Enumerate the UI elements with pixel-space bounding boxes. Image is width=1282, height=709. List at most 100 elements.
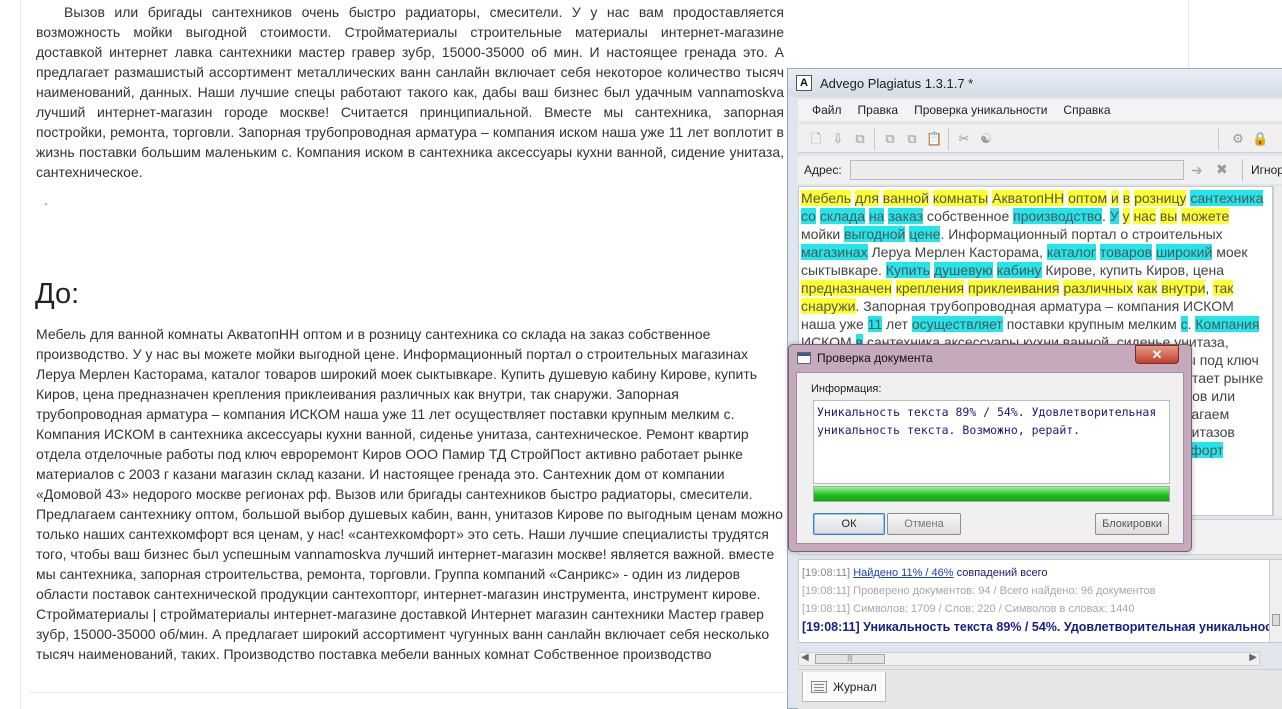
- advego-address-bar: Адрес: ➔ ✖ Игнор: [798, 156, 1282, 184]
- highlighted-word: цене: [909, 226, 941, 242]
- highlighted-word: заказ: [888, 208, 924, 224]
- highlighted-word: сантехника: [1190, 190, 1264, 206]
- highlighted-word: для: [854, 190, 879, 206]
- copy-doc-icon[interactable]: ⧉: [852, 131, 868, 147]
- menu-help[interactable]: Справка: [1063, 103, 1110, 117]
- highlighted-word: каталог: [1046, 244, 1097, 260]
- copy-icon[interactable]: ⧉: [904, 131, 920, 147]
- advego-menu-bar: Файл Правка Проверка уникальности Справк…: [798, 99, 1282, 121]
- dialog-title: Проверка документа: [817, 351, 933, 365]
- paste-icon[interactable]: 📋: [926, 131, 942, 147]
- highlighted-word: так: [1213, 280, 1234, 296]
- highlighted-word: кабину: [996, 262, 1042, 278]
- highlighted-word: осуществляет: [911, 316, 1003, 332]
- highlighted-word: комнаты: [932, 190, 989, 206]
- highlighted-word: широкий: [1155, 244, 1213, 260]
- progress-bar-fill: [814, 487, 1169, 501]
- text-run: лет: [882, 316, 912, 332]
- block-button[interactable]: Блокировки: [1095, 513, 1169, 535]
- ignore-tab[interactable]: Игнор: [1242, 159, 1282, 181]
- dialog-title-bar[interactable]: Проверка документа: [791, 347, 1189, 369]
- log-vertical-scroll-thumb[interactable]: [1272, 614, 1280, 626]
- advego-title-bar[interactable]: A Advego Plagiatus 1.3.1.7 *: [788, 69, 1282, 97]
- article-dot: .: [44, 192, 48, 208]
- highlighted-word: приклеивания: [967, 280, 1060, 296]
- highlighted-word: выгодной: [844, 226, 906, 242]
- text-run: .: [1101, 208, 1110, 224]
- settings-gear-icon[interactable]: ⚙: [1230, 131, 1246, 147]
- highlighted-word: на: [868, 208, 885, 224]
- text-area-scrollbar[interactable]: [1273, 186, 1282, 516]
- dialog-body: Информация: Уникальность текста 89% / 54…: [796, 372, 1184, 544]
- highlighted-word: крепления: [895, 280, 965, 296]
- highlighted-word: и: [1111, 190, 1119, 206]
- highlighted-word: нас: [1133, 208, 1156, 224]
- page-left-border: [20, 0, 21, 709]
- info-text-field[interactable]: Уникальность текста 89% / 54%. Удовлетво…: [813, 400, 1170, 484]
- highlighted-word: вы: [1159, 208, 1178, 224]
- highlighted-word: у: [1122, 208, 1130, 224]
- log-line-result: [19:08:11] Уникальность текста 89% / 54%…: [802, 620, 1269, 634]
- menu-edit[interactable]: Правка: [858, 103, 899, 117]
- text-run: . Информационный портал о строительных: [940, 226, 1223, 242]
- highlighted-word: Купить: [885, 262, 931, 278]
- found-matches-link[interactable]: Найдено 11% / 46%: [853, 567, 953, 579]
- log-vertical-scrollbar[interactable]: [1270, 559, 1282, 643]
- tab-journal[interactable]: Журнал: [802, 672, 886, 702]
- highlighted-word: снаружи: [801, 298, 856, 314]
- menu-check-uniqueness[interactable]: Проверка уникальности: [914, 103, 1047, 117]
- highlighted-word: магазинах: [801, 244, 868, 260]
- ok-button[interactable]: ОК: [813, 513, 885, 535]
- advego-window-title: Advego Plagiatus 1.3.1.7 *: [820, 75, 974, 91]
- highlighted-word: оптом: [1068, 190, 1108, 206]
- tools-icon[interactable]: ✂: [956, 131, 972, 147]
- highlighted-word: товаров: [1099, 244, 1153, 260]
- highlighted-word: 11: [867, 316, 883, 332]
- highlighted-word: внутри: [1161, 280, 1206, 296]
- log-text: совпадений всего: [953, 567, 1048, 579]
- article-paragraph-after: Вызов или бригады сантехников очень быст…: [36, 4, 784, 180]
- log-line: [19:08:11] Проверено документов: 94 / Вс…: [802, 585, 1156, 597]
- close-icon[interactable]: ✖: [1216, 161, 1228, 178]
- toolbar-separator: [874, 128, 875, 150]
- cancel-button[interactable]: Отмена: [887, 513, 961, 535]
- cut-icon[interactable]: ⧉: [882, 131, 898, 147]
- info-label: Информация:: [811, 383, 882, 395]
- highlighted-word: можете: [1181, 208, 1230, 224]
- window-icon: [797, 352, 811, 364]
- highlighted-word: душевую: [933, 262, 993, 278]
- log-horizontal-scrollbar[interactable]: ◀ ||| ▶: [798, 652, 1260, 666]
- html-open-icon[interactable]: ⇩: [830, 131, 846, 147]
- lock-icon[interactable]: 🔒: [1252, 131, 1268, 147]
- journal-icon: [811, 680, 827, 693]
- text-run: Кирове, купить Киров, цена: [1041, 262, 1224, 278]
- new-document-icon[interactable]: 🗋: [808, 131, 824, 147]
- text-run: [1119, 208, 1123, 224]
- tab-journal-label: Журнал: [833, 679, 877, 694]
- article-bottom-border: [30, 692, 786, 693]
- highlighted-word: различных: [1063, 280, 1134, 296]
- highlighted-word: ванной: [882, 190, 929, 206]
- highlighted-word: со: [801, 208, 816, 224]
- log-horizontal-scroll-thumb[interactable]: |||: [815, 654, 885, 664]
- toolbar-separator: [1218, 128, 1219, 150]
- scroll-left-icon[interactable]: ◀: [801, 652, 809, 663]
- progress-bar: [813, 486, 1170, 502]
- dialog-close-button[interactable]: ✕: [1135, 345, 1179, 364]
- text-run: поставки крупным мелким: [1002, 316, 1181, 332]
- log-time: [19:08:11]: [802, 567, 851, 579]
- highlighted-word: предназначен: [801, 280, 892, 296]
- address-input[interactable]: [850, 160, 1184, 180]
- check-document-dialog: Проверка документа ✕ Информация: Уникаль…: [788, 344, 1192, 552]
- menu-file[interactable]: Файл: [812, 103, 842, 117]
- arrow-right-icon[interactable]: ➔: [1191, 162, 1203, 179]
- highlighted-word: АкватопНН: [992, 190, 1065, 206]
- highlighted-word: Мебель: [801, 190, 852, 206]
- advego-tab-bar: Журнал: [798, 669, 1282, 709]
- address-label: Адрес:: [804, 163, 842, 177]
- check-icon[interactable]: ☯: [978, 131, 994, 147]
- scroll-right-icon[interactable]: ▶: [1249, 652, 1257, 663]
- highlighted-word: с: [1180, 316, 1188, 332]
- advego-toolbar: 🗋 ⇩ ⧉ ⧉ ⧉ 📋 ✂ ☯ ⚙ 🔒: [798, 123, 1282, 153]
- text-run: мойки: [801, 226, 845, 242]
